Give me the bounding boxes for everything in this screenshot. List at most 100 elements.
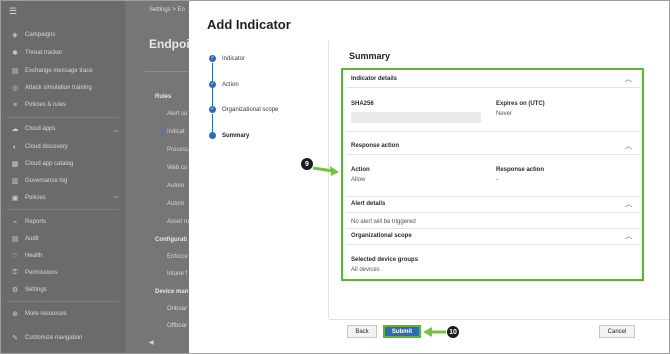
- submit-button[interactable]: Submit: [383, 325, 421, 338]
- page-title: Endpoi: [149, 37, 190, 51]
- device-groups-label: Selected device groups: [351, 257, 419, 263]
- current-step-icon: [209, 132, 216, 139]
- chevron-up-icon[interactable]: ︿: [625, 141, 632, 151]
- settings-item[interactable]: Asset ru: [167, 219, 189, 225]
- expires-label: Expires on (UTC): [496, 101, 545, 107]
- section-divider: [347, 154, 640, 155]
- settings-item[interactable]: Web co: [167, 165, 187, 171]
- settings-group-rules: Rules: [155, 94, 172, 100]
- mail-icon: ▤: [11, 68, 19, 75]
- footer-divider: [329, 319, 669, 320]
- section-indicator-details[interactable]: Indicator details: [351, 76, 397, 82]
- step-summary[interactable]: Summary: [209, 132, 249, 139]
- step-connector: [212, 114, 213, 133]
- nav-item-attack-sim[interactable]: ◎ Attack simulation training: [11, 81, 92, 95]
- nav-item-exchange-trace[interactable]: ▤ Exchange message trace: [11, 64, 93, 78]
- section-divider: [347, 87, 640, 88]
- settings-item[interactable]: Autom: [167, 183, 184, 189]
- section-organizational-scope[interactable]: Organizational scope: [351, 233, 412, 239]
- settings-item[interactable]: Alert su: [167, 111, 187, 117]
- heart-icon: ♡: [11, 253, 19, 260]
- nav-item-cloud-apps[interactable]: ☁ Cloud apps ︿: [11, 122, 120, 136]
- section-response-action[interactable]: Response action: [351, 143, 399, 149]
- nav-item-policies-rules[interactable]: ≡ Policies & rules: [11, 98, 66, 112]
- callout-10: 10: [446, 325, 460, 339]
- chart-icon: ⌁: [12, 219, 18, 226]
- settings-item[interactable]: Autom: [167, 201, 184, 207]
- chevron-up-icon: ︿: [113, 127, 120, 134]
- settings-item[interactable]: Intune f: [167, 271, 187, 277]
- settings-group-configuration: Configurati: [155, 237, 187, 243]
- cancel-button[interactable]: Cancel: [599, 325, 635, 338]
- nav-item-cloud-discovery[interactable]: ◐ Cloud discovery: [11, 140, 68, 154]
- nav-item-cloud-app-catalog[interactable]: ▦ Cloud app catalog: [11, 157, 74, 171]
- response-action-label: Response action: [496, 167, 545, 173]
- section-divider: [347, 244, 640, 245]
- active-indicator: [161, 126, 163, 136]
- shield-icon: ◈: [12, 32, 18, 39]
- sha256-label: SHA256: [351, 101, 374, 107]
- step-action[interactable]: ✓ Action: [209, 81, 239, 88]
- settings-group-device-management: Device man: [155, 289, 189, 295]
- settings-item[interactable]: Process: [167, 147, 189, 153]
- cloud-icon: ☁: [11, 126, 19, 133]
- check-icon: ✓: [209, 106, 216, 113]
- nav-item-reports[interactable]: ⌁ Reports: [11, 215, 46, 229]
- alert-details-text: No alert will be triggered: [351, 219, 416, 225]
- response-action-value: -: [496, 177, 498, 183]
- rules-icon: ≡: [12, 101, 18, 109]
- key-icon: ⚿: [12, 269, 18, 276]
- nav-item-campaigns[interactable]: ◈ Campaigns: [11, 28, 55, 42]
- nav-item-audit[interactable]: ▤ Audit: [11, 232, 39, 246]
- left-nav: ☰ ◈ Campaigns ✱ Threat tracker ▤ Exchange m…: [1, 1, 125, 353]
- chevron-up-icon[interactable]: ︿: [625, 74, 632, 84]
- section-divider: [347, 196, 640, 197]
- panel-title: Add Indicator: [207, 17, 291, 32]
- step-organizational-scope[interactable]: ✓ Organizational scope: [209, 106, 278, 113]
- divider: [145, 71, 189, 72]
- section-divider: [347, 228, 640, 229]
- screenshot-frame: ☰ ◈ Campaigns ✱ Threat tracker ▤ Exchange m…: [0, 0, 670, 354]
- nav-divider: [7, 301, 119, 302]
- policy-icon: ▣: [11, 195, 19, 202]
- settings-item[interactable]: Onboar: [167, 306, 187, 312]
- add-indicator-panel: Add Indicator ✓ Indicator ✓ Action ✓ Organi…: [189, 1, 669, 353]
- breadcrumb[interactable]: Settings > En: [149, 7, 185, 13]
- more-icon: ⊕: [12, 311, 18, 318]
- section-alert-details[interactable]: Alert details: [351, 201, 385, 207]
- scroll-left-icon[interactable]: ◀: [149, 339, 154, 346]
- nav-item-threat-tracker[interactable]: ✱ Threat tracker: [11, 46, 62, 60]
- back-button[interactable]: Back: [347, 325, 377, 338]
- nav-item-health[interactable]: ♡ Health: [11, 249, 42, 263]
- action-label: Action: [351, 167, 370, 173]
- catalog-icon: ▦: [11, 161, 19, 168]
- check-icon: ✓: [209, 81, 216, 88]
- sha256-value-redacted: [351, 112, 481, 123]
- settings-item[interactable]: Offboar: [167, 323, 187, 329]
- gear-icon: ⚙: [11, 287, 19, 294]
- check-icon: ✓: [209, 55, 216, 62]
- expires-value: Never: [496, 111, 513, 117]
- action-value: Allow: [351, 177, 366, 183]
- target-icon: ◎: [11, 85, 19, 92]
- nav-item-customize-navigation[interactable]: ✎ Customize navigation: [11, 331, 82, 345]
- chevron-up-icon[interactable]: ︿: [625, 231, 632, 241]
- audit-icon: ▤: [11, 236, 19, 243]
- nav-item-settings[interactable]: ⚙ Settings: [11, 283, 47, 297]
- nav-item-more-resources[interactable]: ⊕ More resources: [11, 307, 67, 321]
- section-divider: [347, 131, 640, 132]
- summary-box: Indicator details ︿ SHA256 Expires on (U…: [341, 68, 644, 281]
- nav-item-permissions[interactable]: ⚿ Permissions: [11, 266, 57, 280]
- nav-item-policies[interactable]: ▣ Policies ﹀: [11, 191, 119, 205]
- settings-item[interactable]: Enforce: [167, 254, 188, 260]
- device-groups-value: All devices: [351, 267, 380, 273]
- nav-divider: [7, 117, 119, 118]
- hamburger-icon[interactable]: ☰: [9, 6, 17, 17]
- bug-icon: ✱: [12, 50, 18, 57]
- step-indicator[interactable]: ✓ Indicator: [209, 55, 245, 62]
- log-icon: ▥: [11, 178, 19, 185]
- settings-item-indicators[interactable]: Indicat: [167, 129, 185, 135]
- chevron-up-icon[interactable]: ︿: [625, 199, 632, 209]
- nav-item-governance-log[interactable]: ▥ Governance log: [11, 174, 68, 188]
- chevron-down-icon: ﹀: [113, 196, 120, 203]
